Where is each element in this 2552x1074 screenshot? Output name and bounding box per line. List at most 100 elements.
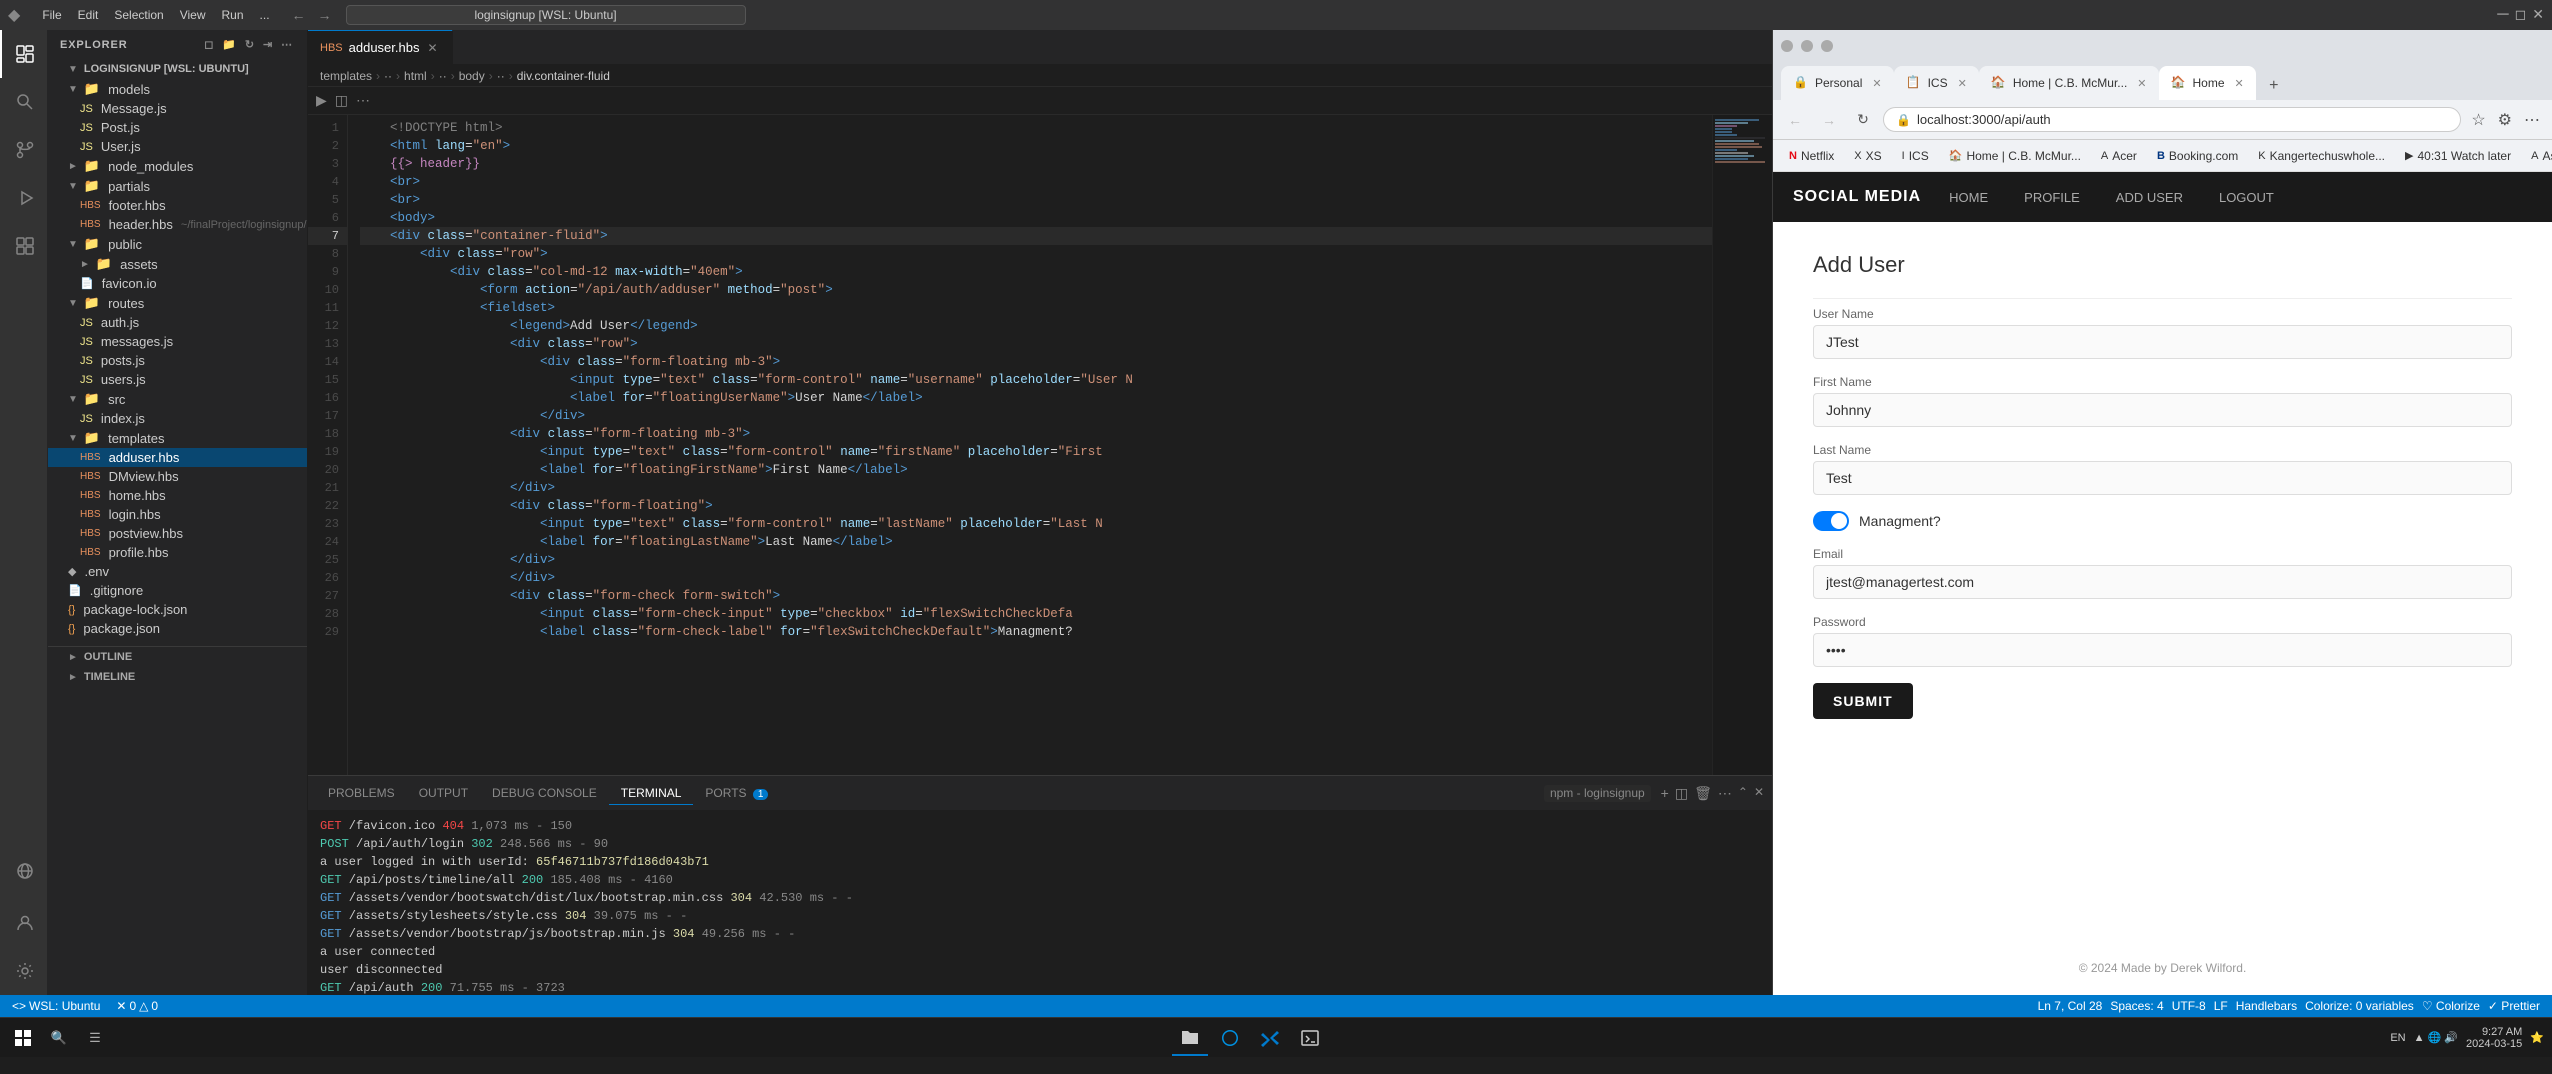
password-input[interactable] — [1813, 633, 2512, 667]
status-prettier[interactable]: ✓ Prettier — [2484, 999, 2544, 1013]
home-tab-close-icon[interactable]: ✕ — [2235, 77, 2244, 90]
taskbar-vscode-icon[interactable] — [1252, 1020, 1288, 1056]
nav-logout[interactable]: LOGOUT — [2211, 186, 2282, 209]
status-line-ending[interactable]: LF — [2210, 999, 2232, 1013]
lastname-input[interactable] — [1813, 461, 2512, 495]
add-terminal-icon[interactable]: + — [1661, 785, 1669, 802]
file-userjs[interactable]: JS User.js — [48, 137, 307, 156]
file-posts-js[interactable]: JS posts.js — [48, 351, 307, 370]
new-file-icon[interactable]: ◻ — [202, 38, 216, 51]
file-auth-js[interactable]: JS auth.js — [48, 313, 307, 332]
folder-routes[interactable]: ▼ 📁 routes — [48, 293, 307, 313]
file-users-js[interactable]: JS users.js — [48, 370, 307, 389]
email-input[interactable] — [1813, 565, 2512, 599]
file-index-js[interactable]: JS index.js — [48, 409, 307, 428]
file-messages-js[interactable]: JS messages.js — [48, 332, 307, 351]
breadcrumb-div[interactable]: div.container-fluid — [517, 69, 610, 83]
extensions-activity-btn[interactable] — [0, 222, 48, 270]
browser-forward-btn[interactable]: → — [1815, 106, 1843, 134]
file-gitignore[interactable]: 📄 .gitignore — [48, 581, 307, 600]
taskbar-terminal-icon[interactable] — [1292, 1020, 1328, 1056]
refresh-icon[interactable]: ↻ — [243, 38, 257, 51]
file-postjs[interactable]: JS Post.js — [48, 118, 307, 137]
folder-templates[interactable]: ▼ 📁 templates — [48, 428, 307, 448]
terminal-tab-ports[interactable]: PORTS 1 — [693, 782, 780, 805]
menu-run[interactable]: Run — [214, 4, 252, 26]
file-package-json[interactable]: {} package.json — [48, 619, 307, 638]
new-folder-icon[interactable]: 📁 — [220, 38, 239, 51]
breadcrumb-templates[interactable]: templates — [320, 69, 372, 83]
close-btn[interactable]: ✕ — [2532, 6, 2544, 24]
menu-selection[interactable]: Selection — [106, 4, 171, 26]
code-content[interactable]: <!DOCTYPE html> <html lang="en"> {{> hea… — [348, 115, 1712, 775]
terminal-more-icon[interactable]: ⋯ — [1718, 785, 1732, 802]
browser-refresh-btn[interactable]: ↻ — [1849, 106, 1877, 134]
bookmark-acer[interactable]: A Acer — [2093, 147, 2145, 165]
remote-activity-btn[interactable] — [0, 847, 48, 895]
bookmark-ics[interactable]: I ICS — [1894, 147, 1937, 165]
browser-bookmark-icon[interactable]: ☆ — [2467, 110, 2489, 130]
menu-view[interactable]: View — [172, 4, 214, 26]
back-arrow-icon[interactable]: ← — [288, 7, 310, 23]
file-messagejs[interactable]: JS Message.js — [48, 99, 307, 118]
bookmark-aspire[interactable]: A Aspire wholesale -... — [2523, 147, 2552, 165]
browser-tab-personal[interactable]: 🔒 Personal ✕ — [1781, 66, 1894, 100]
new-tab-button[interactable]: + — [2260, 72, 2288, 100]
debug-activity-btn[interactable] — [0, 174, 48, 222]
breadcrumb-html[interactable]: html — [404, 69, 427, 83]
browser-extension-icon[interactable]: ⚙ — [2494, 110, 2516, 130]
browser-more-icon[interactable]: ⋯ — [2520, 110, 2544, 130]
terminal-tab-output[interactable]: OUTPUT — [407, 782, 480, 805]
show-desktop-btn[interactable]: ⭐ — [2530, 1031, 2544, 1044]
browser-back-btn[interactable]: ← — [1781, 106, 1809, 134]
nav-profile[interactable]: PROFILE — [2016, 186, 2088, 209]
cbmcmur-tab-close-icon[interactable]: ✕ — [2137, 77, 2146, 90]
tab-close-btn[interactable]: ✕ — [425, 41, 439, 55]
terminal-tab-debug[interactable]: DEBUG CONSOLE — [480, 782, 609, 805]
file-postview-hbs[interactable]: HBS postview.hbs — [48, 524, 307, 543]
status-errors-btn[interactable]: ✕ 0 △ 0 — [112, 999, 162, 1013]
file-home-hbs[interactable]: HBS home.hbs — [48, 486, 307, 505]
management-toggle[interactable] — [1813, 511, 1849, 531]
file-footer-hbs[interactable]: HBS footer.hbs — [48, 196, 307, 215]
browser-close-btn[interactable] — [1781, 40, 1793, 52]
browser-tab-ics[interactable]: 📋 ICS ✕ — [1894, 66, 1979, 100]
timeline-section[interactable]: ► TIMELINE — [48, 667, 307, 687]
file-package-lock-json[interactable]: {} package-lock.json — [48, 600, 307, 619]
file-login-hbs[interactable]: HBS login.hbs — [48, 505, 307, 524]
maximize-btn[interactable]: ◻ — [2515, 6, 2527, 24]
nav-add-user[interactable]: ADD USER — [2108, 186, 2191, 209]
bookmark-netflix[interactable]: N Netflix — [1781, 147, 1842, 165]
taskbar-explorer-icon[interactable] — [1172, 1020, 1208, 1056]
status-colorize-btn[interactable]: ♡ Colorize — [2418, 999, 2484, 1013]
bookmark-xs[interactable]: X XS — [1846, 147, 1889, 165]
username-input[interactable] — [1813, 325, 2512, 359]
bookmark-kanger[interactable]: K Kangertechuswhole... — [2250, 147, 2393, 165]
account-activity-btn[interactable] — [0, 899, 48, 947]
taskbar-search-btn[interactable]: 🔍 — [44, 1023, 74, 1053]
split-icon[interactable]: ◫ — [335, 92, 348, 109]
breadcrumb-body[interactable]: body — [459, 69, 485, 83]
file-profile-hbs[interactable]: HBS profile.hbs — [48, 543, 307, 562]
bookmark-watch-later[interactable]: ▶ 40:31 Watch later — [2397, 147, 2519, 165]
start-button[interactable] — [8, 1023, 38, 1053]
file-dmview-hbs[interactable]: HBS DMview.hbs — [48, 467, 307, 486]
browser-min-btn[interactable] — [1801, 40, 1813, 52]
folder-public[interactable]: ▼ 📁 public — [48, 234, 307, 254]
firstname-input[interactable] — [1813, 393, 2512, 427]
code-editor[interactable]: 1 2 3 4 5 6 7 8 9 10 11 12 13 — [308, 115, 1772, 775]
bookmark-booking[interactable]: B Booking.com — [2149, 147, 2246, 165]
search-activity-btn[interactable] — [0, 78, 48, 126]
command-palette[interactable]: loginsignup [WSL: Ubuntu] — [346, 5, 746, 25]
source-control-activity-btn[interactable] — [0, 126, 48, 174]
kill-terminal-icon[interactable]: 🗑 — [1694, 785, 1712, 802]
panel-close-icon[interactable]: ✕ — [1754, 785, 1764, 802]
menu-more[interactable]: ... — [252, 4, 278, 26]
settings-activity-btn[interactable] — [0, 947, 48, 995]
browser-max-btn[interactable] — [1821, 40, 1833, 52]
folder-models[interactable]: ▼ 📁 models — [48, 79, 307, 99]
ics-tab-close-icon[interactable]: ✕ — [1958, 77, 1967, 90]
file-favicon[interactable]: 📄 favicon.io — [48, 274, 307, 293]
browser-url-bar[interactable]: 🔒 localhost:3000/api/auth — [1883, 107, 2461, 132]
file-adduser-hbs[interactable]: HBS adduser.hbs — [48, 448, 307, 467]
